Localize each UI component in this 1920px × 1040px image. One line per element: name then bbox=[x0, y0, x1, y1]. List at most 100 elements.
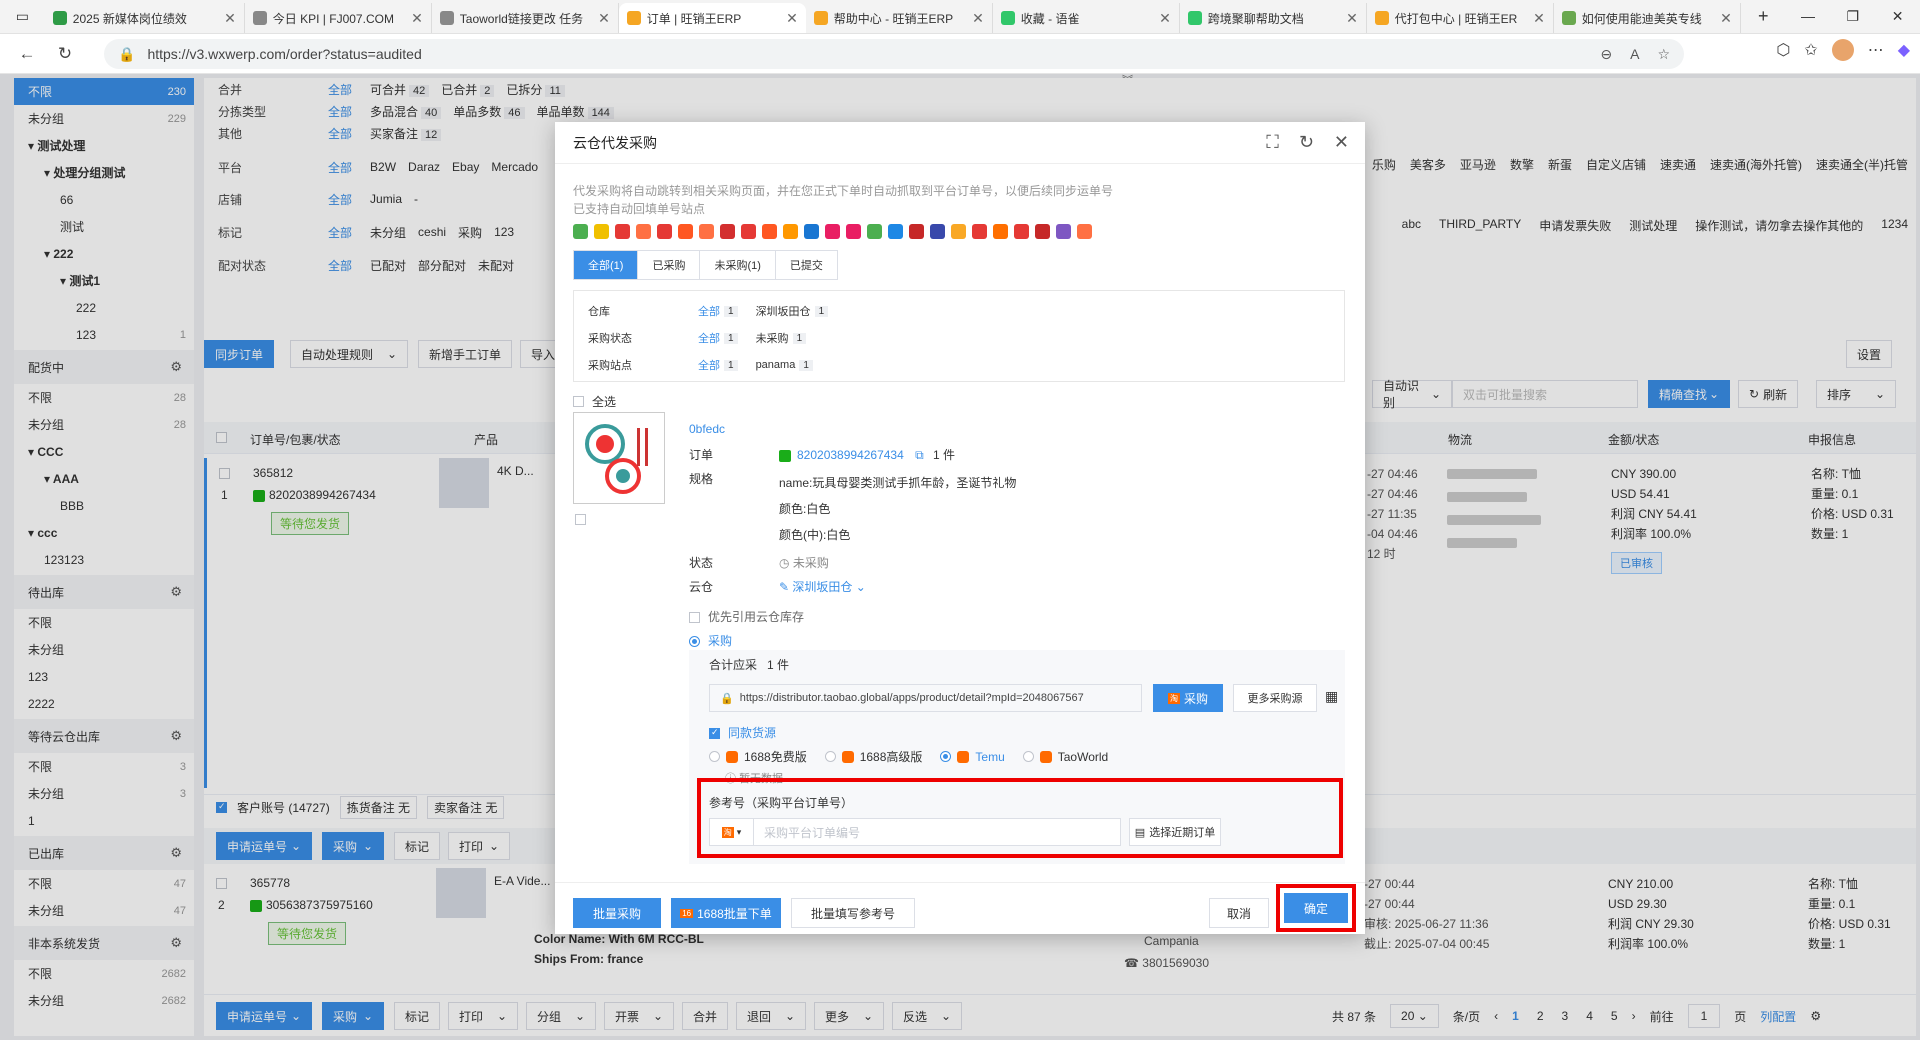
dialog-filter-option-count: 1 bbox=[799, 359, 813, 371]
tab-close-icon[interactable]: ✕ bbox=[1533, 10, 1545, 27]
dialog-filter-option[interactable]: 未采购 bbox=[756, 330, 789, 346]
prefer-stock-checkbox[interactable] bbox=[689, 612, 700, 624]
source-option[interactable]: TaoWorld bbox=[1022, 748, 1108, 765]
browser-tab[interactable]: 代打包中心 | 旺销王ER ✕ bbox=[1367, 3, 1554, 33]
dialog-filter-all[interactable]: 全部 bbox=[698, 357, 720, 373]
item-warehouse-line: 云仓 ✎ 深圳坂田仓 ⌄ bbox=[689, 578, 866, 595]
fullscreen-icon[interactable]: ⛶ bbox=[1266, 132, 1279, 153]
go-purchase-button[interactable]: 淘采购 bbox=[1153, 684, 1223, 712]
url-field[interactable]: 🔒 https://v3.wxwerp.com/order?status=aud… bbox=[104, 39, 1684, 69]
read-aloud-icon[interactable]: A bbox=[1630, 46, 1639, 63]
warehouse-value[interactable]: 深圳坂田仓 bbox=[792, 580, 852, 594]
copilot-icon[interactable]: ◆ bbox=[1898, 40, 1910, 60]
batch-purchase-button[interactable]: 批量采购 bbox=[573, 898, 661, 928]
minimize-icon[interactable]: — bbox=[1786, 0, 1831, 33]
tab-favicon bbox=[1561, 11, 1576, 25]
restore-icon[interactable]: ❐ bbox=[1830, 0, 1875, 33]
copy-icon[interactable]: ⧉ bbox=[915, 448, 924, 462]
purchase-tab[interactable]: 未采购(1) bbox=[700, 251, 776, 279]
taobao-icon: 淘 bbox=[1167, 692, 1180, 704]
tab-close-icon[interactable]: ✕ bbox=[224, 10, 236, 27]
browser-tab[interactable]: 跨境聚聊帮助文档 ✕ bbox=[1180, 3, 1367, 33]
ref-highlight-box bbox=[697, 778, 1343, 858]
profile-avatar[interactable] bbox=[1831, 39, 1854, 61]
new-tab-icon[interactable]: + bbox=[1741, 0, 1786, 33]
source-option[interactable]: 1688免费版 bbox=[709, 748, 807, 765]
purchase-radio[interactable] bbox=[689, 636, 700, 648]
site-logo-icon bbox=[762, 224, 777, 239]
source-radio[interactable] bbox=[1022, 751, 1034, 762]
source-option[interactable]: 1688高级版 bbox=[824, 748, 922, 765]
select-all-checkbox[interactable] bbox=[573, 396, 584, 407]
source-radio[interactable] bbox=[824, 751, 836, 762]
purchase-tabs: 全部(1) 已采购 未采购(1) 已提交 bbox=[573, 250, 838, 280]
purchase-tab[interactable]: 已提交 bbox=[776, 251, 837, 279]
tab-close-icon[interactable]: ✕ bbox=[1720, 10, 1732, 27]
browser-tab[interactable]: 如何使用能迪美英专线 ✕ bbox=[1554, 3, 1741, 33]
site-logo-icon bbox=[972, 224, 987, 239]
browser-tab[interactable]: 帮助中心 - 旺销王ERP ✕ bbox=[806, 3, 993, 33]
browser-tab[interactable]: Taoworld链接更改 任务 ✕ bbox=[432, 3, 619, 33]
tab-actions-icon[interactable]: ▭ bbox=[0, 0, 45, 33]
source-option[interactable]: Temu bbox=[940, 748, 1005, 765]
source-label: 1688免费版 bbox=[744, 750, 807, 764]
source-radio[interactable] bbox=[709, 751, 720, 762]
batch-1688-button[interactable]: 16 1688批量下单 bbox=[671, 898, 781, 928]
tab-close-icon[interactable]: ✕ bbox=[598, 10, 610, 27]
zoom-icon[interactable]: ⊖ bbox=[1600, 46, 1612, 63]
purchase-radio-row: 采购 bbox=[689, 632, 732, 649]
cancel-button[interactable]: 取消 bbox=[1209, 898, 1269, 928]
dialog-filter-label: 采购状态 bbox=[588, 333, 632, 345]
browser-tab[interactable]: 今日 KPI | FJ007.COM ✕ bbox=[245, 3, 432, 33]
site-logo-icon bbox=[1056, 224, 1071, 239]
site-logo-icon bbox=[783, 224, 798, 239]
purchase-url-input[interactable]: 🔒 https://distributor.taobao.global/apps/… bbox=[709, 684, 1142, 712]
favorite-star-icon[interactable]: ☆ bbox=[1657, 46, 1670, 63]
wechat-icon bbox=[779, 449, 791, 462]
tab-close-icon[interactable]: ✕ bbox=[786, 10, 798, 27]
same-source-checkbox[interactable] bbox=[709, 727, 720, 740]
dialog-filter-all[interactable]: 全部 bbox=[698, 303, 720, 319]
back-icon[interactable]: ← bbox=[8, 38, 46, 70]
source-logo-icon bbox=[957, 750, 970, 763]
total-need-label: 合计应采 bbox=[709, 658, 758, 672]
reload-icon[interactable]: ↻ bbox=[46, 38, 84, 70]
source-logo-icon bbox=[841, 750, 854, 763]
item-checkbox[interactable] bbox=[575, 514, 586, 525]
dialog-filter-option-count: 1 bbox=[792, 332, 807, 344]
purchase-tab[interactable]: 已采购 bbox=[638, 251, 701, 279]
dialog-filter-option[interactable]: panama bbox=[756, 359, 796, 371]
extensions-icon[interactable]: ⬡ bbox=[1776, 40, 1790, 60]
chevron-down-icon[interactable]: ⌄ bbox=[852, 580, 866, 594]
source-radio[interactable] bbox=[940, 751, 952, 762]
close-icon[interactable]: ✕ bbox=[1334, 132, 1349, 153]
refresh-icon[interactable]: ↻ bbox=[1299, 132, 1314, 153]
dialog-filter-all[interactable]: 全部 bbox=[698, 330, 720, 346]
item-sku[interactable]: 0bfedc bbox=[689, 422, 725, 436]
item-order-no[interactable]: 8202038994267434 bbox=[797, 448, 904, 462]
close-window-icon[interactable]: ✕ bbox=[1875, 0, 1920, 33]
favorites-icon[interactable]: ✩ bbox=[1804, 40, 1817, 60]
dialog-filter-option[interactable]: 深圳坂田仓 bbox=[756, 303, 811, 319]
purchase-tab[interactable]: 全部(1) bbox=[574, 251, 639, 279]
qr-code-icon[interactable]: ▦ bbox=[1325, 688, 1338, 705]
browser-tab[interactable]: 收藏 - 语雀 ✕ bbox=[993, 3, 1180, 33]
tab-close-icon[interactable]: ✕ bbox=[1346, 10, 1358, 27]
browser-tab[interactable]: 2025 新媒体岗位绩效 ✕ bbox=[45, 3, 245, 33]
tab-favicon bbox=[1374, 11, 1389, 25]
tab-close-icon[interactable]: ✕ bbox=[411, 10, 423, 27]
tab-label: 今日 KPI | FJ007.COM bbox=[272, 11, 394, 26]
tab-close-icon[interactable]: ✕ bbox=[1159, 10, 1171, 27]
dialog-filter-row: 仓库 全部 1 深圳坂田仓 1 bbox=[588, 301, 846, 321]
more-menu-icon[interactable]: ⋯ bbox=[1868, 40, 1884, 60]
tab-close-icon[interactable]: ✕ bbox=[972, 10, 984, 27]
batch-ref-button[interactable]: 批量填写参考号 bbox=[791, 898, 915, 928]
batch-1688-label: 1688批量下单 bbox=[697, 906, 772, 921]
lock-icon: 🔒 bbox=[118, 45, 136, 62]
browser-tab[interactable]: 订单 | 旺销王ERP ✕ bbox=[618, 3, 806, 33]
confirm-button[interactable]: 确定 bbox=[1284, 893, 1348, 923]
more-sources-button[interactable]: 更多采购源 bbox=[1233, 684, 1317, 712]
edit-icon: ✎ bbox=[779, 580, 793, 594]
item-order-line: 订单 8202038994267434 ⧉ 1 件 bbox=[689, 446, 955, 463]
spec-label: 规格 bbox=[689, 472, 714, 486]
